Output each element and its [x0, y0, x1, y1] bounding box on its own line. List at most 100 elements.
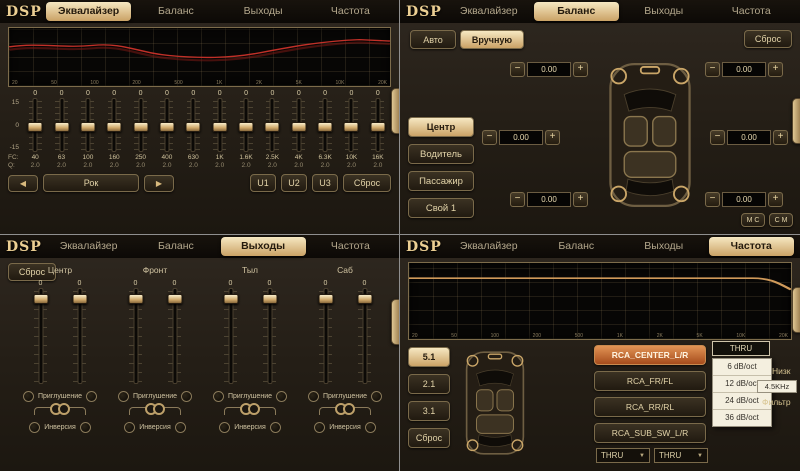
tab-4[interactable]: Частота: [709, 237, 795, 256]
plus-button[interactable]: +: [768, 192, 783, 207]
eq-band-slider[interactable]: [133, 98, 148, 152]
plus-button[interactable]: +: [573, 192, 588, 207]
mute-checkbox-left[interactable]: [23, 391, 34, 402]
link-icon[interactable]: [240, 403, 260, 415]
mute-checkbox-right[interactable]: [276, 391, 287, 402]
link-icon[interactable]: [50, 403, 70, 415]
memory-button-U2[interactable]: U2: [281, 174, 307, 192]
mute-checkbox-right[interactable]: [371, 391, 382, 402]
slider-thumb[interactable]: [28, 122, 43, 132]
mute-checkbox-right[interactable]: [86, 391, 97, 402]
filter-cutoff-value[interactable]: 4.5KHz: [757, 380, 797, 393]
eq-band-slider[interactable]: [80, 98, 95, 152]
tab-1[interactable]: Эквалайзер: [446, 2, 532, 21]
minus-button[interactable]: −: [710, 130, 725, 145]
eq-band-slider[interactable]: [107, 98, 122, 152]
balance-reset-button[interactable]: Сброс: [744, 30, 792, 48]
output-level-slider[interactable]: [128, 288, 143, 384]
link-icon[interactable]: [145, 403, 165, 415]
eq-reset-button[interactable]: Сброс: [343, 174, 391, 192]
rca-channel-button-2[interactable]: RCA_FR/FL: [594, 371, 706, 391]
slider-thumb[interactable]: [54, 122, 69, 132]
tab-4[interactable]: Частота: [308, 237, 393, 256]
eq-band-slider[interactable]: [370, 98, 385, 152]
invert-checkbox-right[interactable]: [175, 422, 186, 433]
speaker-mode-button-3.1[interactable]: 3.1: [408, 401, 450, 421]
tab-3[interactable]: Выходы: [621, 237, 707, 256]
eq-band-slider[interactable]: [239, 98, 254, 152]
plus-button[interactable]: +: [773, 130, 788, 145]
mute-checkbox-right[interactable]: [181, 391, 192, 402]
balance-auto-button[interactable]: Авто: [410, 30, 456, 49]
tab-4[interactable]: Частота: [308, 2, 393, 21]
tab-2[interactable]: Баланс: [534, 237, 620, 256]
slider-thumb[interactable]: [357, 294, 372, 304]
slider-thumb[interactable]: [239, 122, 254, 132]
slider-thumb[interactable]: [159, 122, 174, 132]
output-level-slider[interactable]: [223, 288, 238, 384]
invert-checkbox-right[interactable]: [365, 422, 376, 433]
listening-position-button-1[interactable]: Центр: [408, 117, 474, 137]
eq-band-slider[interactable]: [186, 98, 201, 152]
tab-3[interactable]: Выходы: [221, 2, 306, 21]
slider-thumb[interactable]: [318, 294, 333, 304]
slope-option[interactable]: 6 dB/oct: [713, 359, 771, 376]
slider-thumb[interactable]: [370, 122, 385, 132]
minus-button[interactable]: −: [705, 62, 720, 77]
slider-thumb[interactable]: [318, 122, 333, 132]
invert-checkbox-right[interactable]: [270, 422, 281, 433]
output-level-slider[interactable]: [357, 288, 372, 384]
rca-channel-button-1[interactable]: RCA_CENTER_L/R: [594, 345, 706, 365]
minus-button[interactable]: −: [705, 192, 720, 207]
slider-thumb[interactable]: [262, 294, 277, 304]
plus-button[interactable]: +: [545, 130, 560, 145]
mute-checkbox-left[interactable]: [213, 391, 224, 402]
sub-slope-select-left[interactable]: THRU ▼: [596, 448, 650, 463]
slider-thumb[interactable]: [107, 122, 122, 132]
slider-thumb[interactable]: [133, 122, 148, 132]
mute-checkbox-left[interactable]: [118, 391, 129, 402]
mc-toggle-button[interactable]: M C: [741, 213, 765, 227]
slider-thumb[interactable]: [223, 294, 238, 304]
frequency-reset-button[interactable]: Сброс: [408, 428, 450, 448]
minus-button[interactable]: −: [510, 192, 525, 207]
panel-slide-handle[interactable]: [391, 88, 400, 134]
eq-band-slider[interactable]: [291, 98, 306, 152]
tab-2[interactable]: Баланс: [133, 2, 218, 21]
eq-band-slider[interactable]: [54, 98, 69, 152]
preset-next-button[interactable]: ▶: [144, 175, 174, 192]
slider-thumb[interactable]: [186, 122, 201, 132]
invert-checkbox-left[interactable]: [29, 422, 40, 433]
panel-slide-handle[interactable]: [792, 287, 800, 333]
listening-position-button-2[interactable]: Водитель: [408, 144, 474, 164]
eq-band-slider[interactable]: [318, 98, 333, 152]
tab-1[interactable]: Эквалайзер: [46, 237, 131, 256]
mute-checkbox-left[interactable]: [308, 391, 319, 402]
slider-thumb[interactable]: [265, 122, 280, 132]
panel-slide-handle[interactable]: [792, 98, 800, 144]
eq-band-slider[interactable]: [212, 98, 227, 152]
tab-3[interactable]: Выходы: [221, 237, 306, 256]
tab-3[interactable]: Выходы: [621, 2, 707, 21]
tab-1[interactable]: Эквалайзер: [446, 237, 532, 256]
speaker-mode-button-2.1[interactable]: 2.1: [408, 374, 450, 394]
invert-checkbox-left[interactable]: [219, 422, 230, 433]
eq-band-slider[interactable]: [159, 98, 174, 152]
balance-manual-button[interactable]: Вручную: [460, 30, 524, 49]
slider-thumb[interactable]: [291, 122, 306, 132]
tab-4[interactable]: Частота: [709, 2, 795, 21]
slope-select[interactable]: THRU: [712, 341, 770, 356]
rca-channel-button-3[interactable]: RCA_RR/RL: [594, 397, 706, 417]
plus-button[interactable]: +: [768, 62, 783, 77]
tab-2[interactable]: Баланс: [133, 237, 218, 256]
eq-band-slider[interactable]: [265, 98, 280, 152]
minus-button[interactable]: −: [482, 130, 497, 145]
preset-prev-button[interactable]: ◀: [8, 175, 38, 192]
slider-thumb[interactable]: [72, 294, 87, 304]
slider-thumb[interactable]: [167, 294, 182, 304]
slope-option[interactable]: 36 dB/oct: [713, 410, 771, 426]
slider-thumb[interactable]: [33, 294, 48, 304]
invert-checkbox-left[interactable]: [124, 422, 135, 433]
listening-position-button-3[interactable]: Пассажир: [408, 171, 474, 191]
slider-thumb[interactable]: [212, 122, 227, 132]
